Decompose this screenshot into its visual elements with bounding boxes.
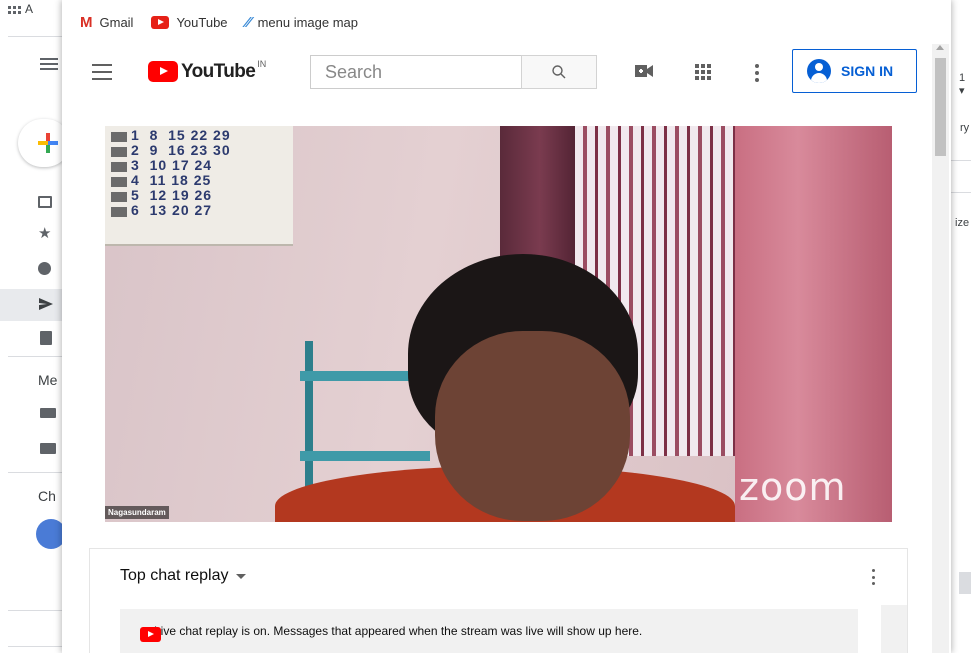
guide-menu-icon[interactable]	[92, 64, 112, 80]
youtube-logo[interactable]: YouTube IN	[148, 59, 266, 83]
compose-plus-icon	[38, 133, 58, 153]
search-icon	[552, 65, 566, 79]
screen: A ★ Me Ch 1 ▾ ry ize M Gmail YouTube ⁄⁄ …	[0, 0, 971, 653]
wall-calendar: 1 8 15 22 29 2 9 16 23 30 3 10 17 24 4 1…	[105, 126, 293, 246]
chat-scrollbar[interactable]	[881, 605, 907, 653]
account-icon	[807, 59, 831, 83]
youtube-icon	[151, 15, 170, 29]
caret-down-icon	[235, 573, 246, 579]
starred-icon[interactable]: ★	[38, 226, 51, 241]
meet-label: Me	[38, 372, 58, 388]
create-video-icon[interactable]	[635, 64, 653, 78]
map-icon: ⁄⁄	[245, 13, 251, 31]
youtube-icon	[140, 627, 161, 642]
bookmark-youtube[interactable]: YouTube	[151, 15, 228, 30]
video-player[interactable]: 1 8 15 22 29 2 9 16 23 30 3 10 17 24 4 1…	[105, 126, 892, 522]
participant-name-label: Nagasundaram	[105, 506, 169, 519]
bookmark-gmail[interactable]: M Gmail	[80, 14, 133, 31]
youtube-masthead: YouTube IN Search SIGN IN	[62, 44, 932, 100]
settings-more-icon[interactable]	[755, 64, 759, 82]
sent-row[interactable]	[0, 289, 66, 321]
meet-video-icon[interactable]	[40, 408, 56, 418]
chat-more-icon[interactable]	[872, 569, 876, 585]
zoom-watermark: zoom	[739, 465, 847, 509]
chat-replay-notice: Live chat replay is on. Messages that ap…	[120, 609, 858, 653]
drafts-icon[interactable]	[40, 331, 52, 345]
chat-section-label: Ch	[38, 488, 56, 504]
search-button[interactable]	[521, 55, 597, 89]
youtube-play-icon	[148, 61, 178, 82]
sign-in-button[interactable]: SIGN IN	[792, 49, 917, 93]
keyboard-icon[interactable]	[40, 443, 56, 454]
apps-icon[interactable]	[695, 64, 711, 80]
search-input[interactable]: Search	[310, 55, 521, 89]
snoozed-icon[interactable]	[38, 262, 51, 275]
background-gmail-sidebar: A ★ Me Ch	[0, 0, 70, 653]
bookmark-menu-image-map[interactable]: ⁄⁄ menu image map	[246, 14, 358, 31]
apps-grid-icon	[8, 6, 11, 9]
send-icon	[39, 298, 53, 310]
gmail-icon: M	[80, 13, 93, 31]
background-right-edge: 1 ▾ ry ize	[951, 0, 971, 653]
gmail-menu-icon[interactable]	[40, 58, 58, 70]
chat-mode-dropdown[interactable]: Top chat replay	[120, 567, 246, 585]
scrollbar-thumb[interactable]	[935, 58, 946, 156]
bookmarks-bar: M Gmail YouTube ⁄⁄ menu image map	[62, 8, 951, 36]
apps-label-partial: A	[25, 2, 34, 16]
inbox-icon[interactable]	[38, 196, 52, 208]
live-chat-panel: Top chat replay Live chat replay is on. …	[89, 548, 908, 653]
scroll-up-arrow-icon[interactable]	[936, 45, 944, 50]
presenter-face	[435, 331, 630, 521]
youtube-popup-window: M Gmail YouTube ⁄⁄ menu image map YouTub…	[62, 0, 951, 653]
